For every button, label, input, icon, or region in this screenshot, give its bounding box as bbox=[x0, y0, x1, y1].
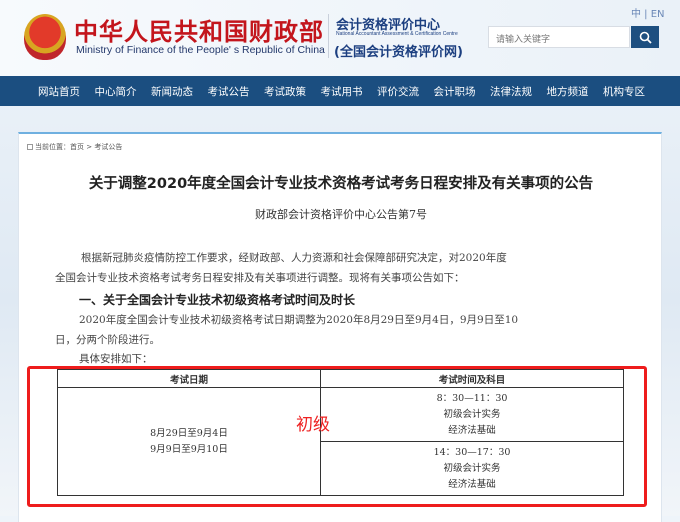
nav-item[interactable]: 机构专区 bbox=[603, 84, 645, 99]
nav-item[interactable]: 网站首页 bbox=[38, 84, 80, 99]
paragraph: 具体安排如下： bbox=[79, 353, 153, 365]
nav-item[interactable]: 中心简介 bbox=[95, 84, 137, 99]
search-button[interactable] bbox=[631, 26, 659, 48]
search-input[interactable]: 请输入关键字 bbox=[488, 26, 630, 48]
nav-item[interactable]: 评价交流 bbox=[377, 84, 419, 99]
nav-item[interactable]: 考试公告 bbox=[208, 84, 250, 99]
location-icon bbox=[27, 144, 33, 150]
center-title-en: National Accountant Assessment & Certifi… bbox=[336, 31, 458, 37]
ministry-title: 中华人民共和国财政部 bbox=[74, 18, 324, 46]
paragraph: 2020年度全国会计专业技术初级资格考试日期调整为2020年8月29日至9月4日… bbox=[79, 314, 519, 326]
highlight-box bbox=[27, 366, 647, 507]
nav-item[interactable]: 考试用书 bbox=[321, 84, 363, 99]
paragraph: 全国会计专业技术资格考试考务日程安排及有关事项进行调整。现将有关事项公告如下： bbox=[55, 272, 465, 284]
language-switch[interactable]: 中 | EN bbox=[631, 5, 665, 20]
section-heading: 一、关于全国会计专业技术初级资格考试时间及时长 bbox=[79, 293, 356, 307]
ministry-title-en: Ministry of Finance of the People' s Rep… bbox=[76, 44, 325, 56]
main-nav: 网站首页 中心简介 新闻动态 考试公告 考试政策 考试用书 评价交流 会计职场 … bbox=[0, 76, 680, 106]
annotation-label: 初级 bbox=[296, 415, 330, 435]
center-network: (全国会计资格评价网) bbox=[334, 45, 463, 60]
breadcrumb: 当前位置：首页 > 考试公告 bbox=[27, 142, 122, 152]
nav-item[interactable]: 地方频道 bbox=[547, 84, 589, 99]
article-title: 关于调整2020年度全国会计专业技术资格考试考务日程安排及有关事项的公告 bbox=[88, 176, 594, 192]
nav-item[interactable]: 考试政策 bbox=[264, 84, 306, 99]
paragraph: 根据新冠肺炎疫情防控工作要求，经财政部、人力资源和社会保障部研究决定，对2020… bbox=[81, 252, 507, 264]
site-header: 中华人民共和国财政部 Ministry of Finance of the Pe… bbox=[0, 0, 680, 76]
paragraph: 日，分两个阶段进行。 bbox=[55, 334, 160, 346]
nav-item[interactable]: 会计职场 bbox=[434, 84, 476, 99]
nav-item[interactable]: 新闻动态 bbox=[151, 84, 193, 99]
national-emblem-logo bbox=[24, 14, 66, 60]
search-icon bbox=[639, 31, 652, 44]
nav-item[interactable]: 法律法规 bbox=[490, 84, 532, 99]
article-number: 财政部会计资格评价中心公告第7号 bbox=[255, 208, 427, 221]
breadcrumb-text[interactable]: 当前位置：首页 > 考试公告 bbox=[35, 143, 122, 151]
divider bbox=[328, 14, 329, 58]
